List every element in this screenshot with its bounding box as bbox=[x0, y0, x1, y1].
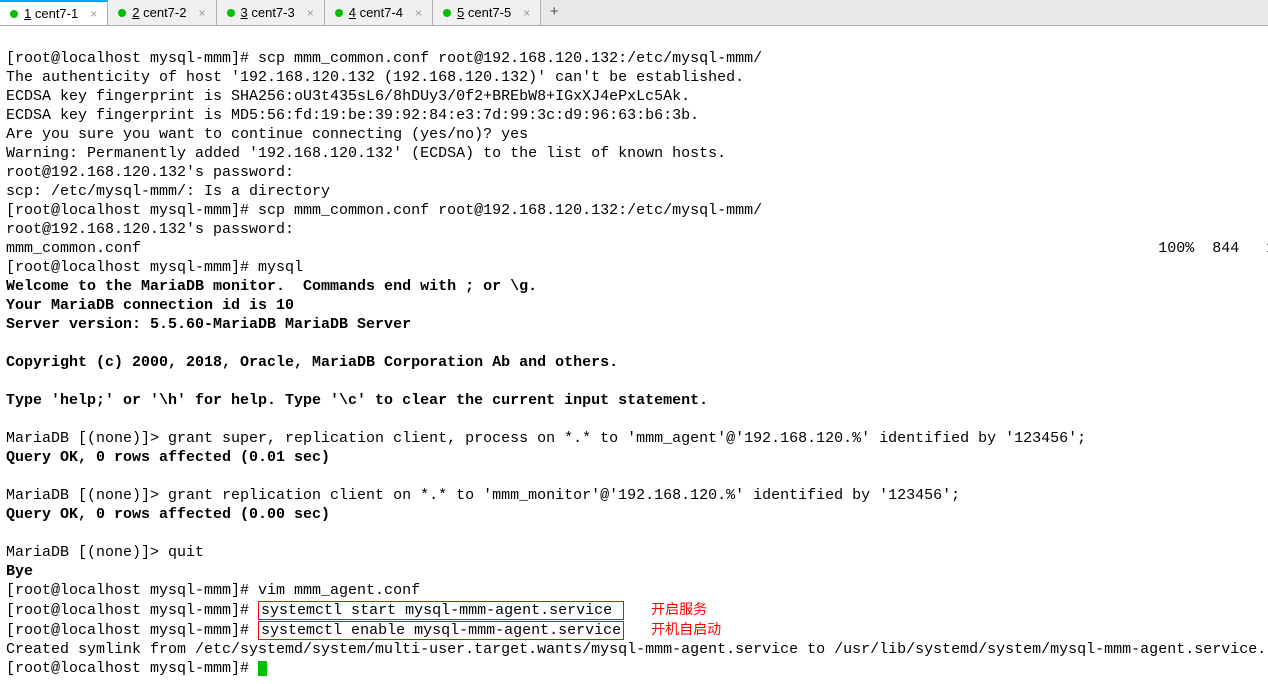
term-line: scp: /etc/mysql-mmm/: Is a directory bbox=[6, 183, 330, 200]
tab-cent7-3[interactable]: 3 cent7-3 × bbox=[217, 0, 325, 25]
term-line: [root@localhost mysql-mmm]# vim mmm_agen… bbox=[6, 582, 420, 599]
term-line: root@192.168.120.132's password: bbox=[6, 164, 294, 181]
close-icon[interactable]: × bbox=[90, 7, 97, 21]
term-line: Query OK, 0 rows affected (0.01 sec) bbox=[6, 449, 330, 466]
term-line: [root@localhost mysql-mmm]# systemctl en… bbox=[6, 622, 721, 639]
term-line: Warning: Permanently added '192.168.120.… bbox=[6, 145, 726, 162]
term-line: Type 'help;' or '\h' for help. Type '\c'… bbox=[6, 392, 708, 409]
term-line: ECDSA key fingerprint is SHA256:oU3t435s… bbox=[6, 88, 690, 105]
term-line: [root@localhost mysql-mmm]# scp mmm_comm… bbox=[6, 202, 762, 219]
tab-num: 5 cent7-5 bbox=[457, 5, 511, 20]
term-line: Created symlink from /etc/systemd/system… bbox=[6, 641, 1266, 658]
highlighted-command: systemctl start mysql-mmm-agent.service bbox=[258, 601, 624, 620]
status-dot-icon bbox=[443, 9, 451, 17]
cursor-icon bbox=[258, 661, 267, 676]
term-line: Are you sure you want to continue connec… bbox=[6, 126, 528, 143]
tab-bar: 1 cent7-1 × 2 cent7-2 × 3 cent7-3 × 4 ce… bbox=[0, 0, 1268, 26]
term-line: Welcome to the MariaDB monitor. Commands… bbox=[6, 278, 537, 295]
term-line: Server version: 5.5.60-MariaDB MariaDB S… bbox=[6, 316, 411, 333]
tab-cent7-1[interactable]: 1 cent7-1 × bbox=[0, 0, 108, 25]
term-line: ECDSA key fingerprint is MD5:56:fd:19:be… bbox=[6, 107, 699, 124]
close-icon[interactable]: × bbox=[415, 6, 422, 20]
term-line: mmm_common.conf 100% 844 162.8KB/s 00 bbox=[6, 240, 1268, 257]
status-dot-icon bbox=[118, 9, 126, 17]
term-line: MariaDB [(none)]> grant replication clie… bbox=[6, 487, 960, 504]
term-line: Copyright (c) 2000, 2018, Oracle, MariaD… bbox=[6, 354, 618, 371]
term-line: The authenticity of host '192.168.120.13… bbox=[6, 69, 744, 86]
term-line: [root@localhost mysql-mmm]# bbox=[6, 660, 267, 677]
add-tab-button[interactable]: + bbox=[541, 0, 567, 25]
close-icon[interactable]: × bbox=[198, 6, 205, 20]
tab-num: 1 cent7-1 bbox=[24, 6, 78, 21]
term-line: MariaDB [(none)]> quit bbox=[6, 544, 204, 561]
annotation-enable-boot: 开机自启动 bbox=[651, 621, 721, 637]
term-line: Bye bbox=[6, 563, 33, 580]
highlighted-command: systemctl enable mysql-mmm-agent.service bbox=[258, 621, 624, 640]
annotation-start-service: 开启服务 bbox=[651, 601, 707, 617]
terminal-output[interactable]: [root@localhost mysql-mmm]# scp mmm_comm… bbox=[0, 26, 1268, 682]
status-dot-icon bbox=[335, 9, 343, 17]
tab-cent7-2[interactable]: 2 cent7-2 × bbox=[108, 0, 216, 25]
status-dot-icon bbox=[10, 10, 18, 18]
tab-cent7-4[interactable]: 4 cent7-4 × bbox=[325, 0, 433, 25]
close-icon[interactable]: × bbox=[523, 6, 530, 20]
close-icon[interactable]: × bbox=[307, 6, 314, 20]
tab-num: 2 cent7-2 bbox=[132, 5, 186, 20]
term-line: [root@localhost mysql-mmm]# systemctl st… bbox=[6, 602, 707, 619]
term-line: root@192.168.120.132's password: bbox=[6, 221, 294, 238]
tab-num: 4 cent7-4 bbox=[349, 5, 403, 20]
tab-cent7-5[interactable]: 5 cent7-5 × bbox=[433, 0, 541, 25]
term-line: Your MariaDB connection id is 10 bbox=[6, 297, 294, 314]
status-dot-icon bbox=[227, 9, 235, 17]
term-line: [root@localhost mysql-mmm]# scp mmm_comm… bbox=[6, 50, 762, 67]
tab-num: 3 cent7-3 bbox=[241, 5, 295, 20]
term-line: [root@localhost mysql-mmm]# mysql bbox=[6, 259, 303, 276]
term-line: MariaDB [(none)]> grant super, replicati… bbox=[6, 430, 1086, 447]
term-line: Query OK, 0 rows affected (0.00 sec) bbox=[6, 506, 330, 523]
